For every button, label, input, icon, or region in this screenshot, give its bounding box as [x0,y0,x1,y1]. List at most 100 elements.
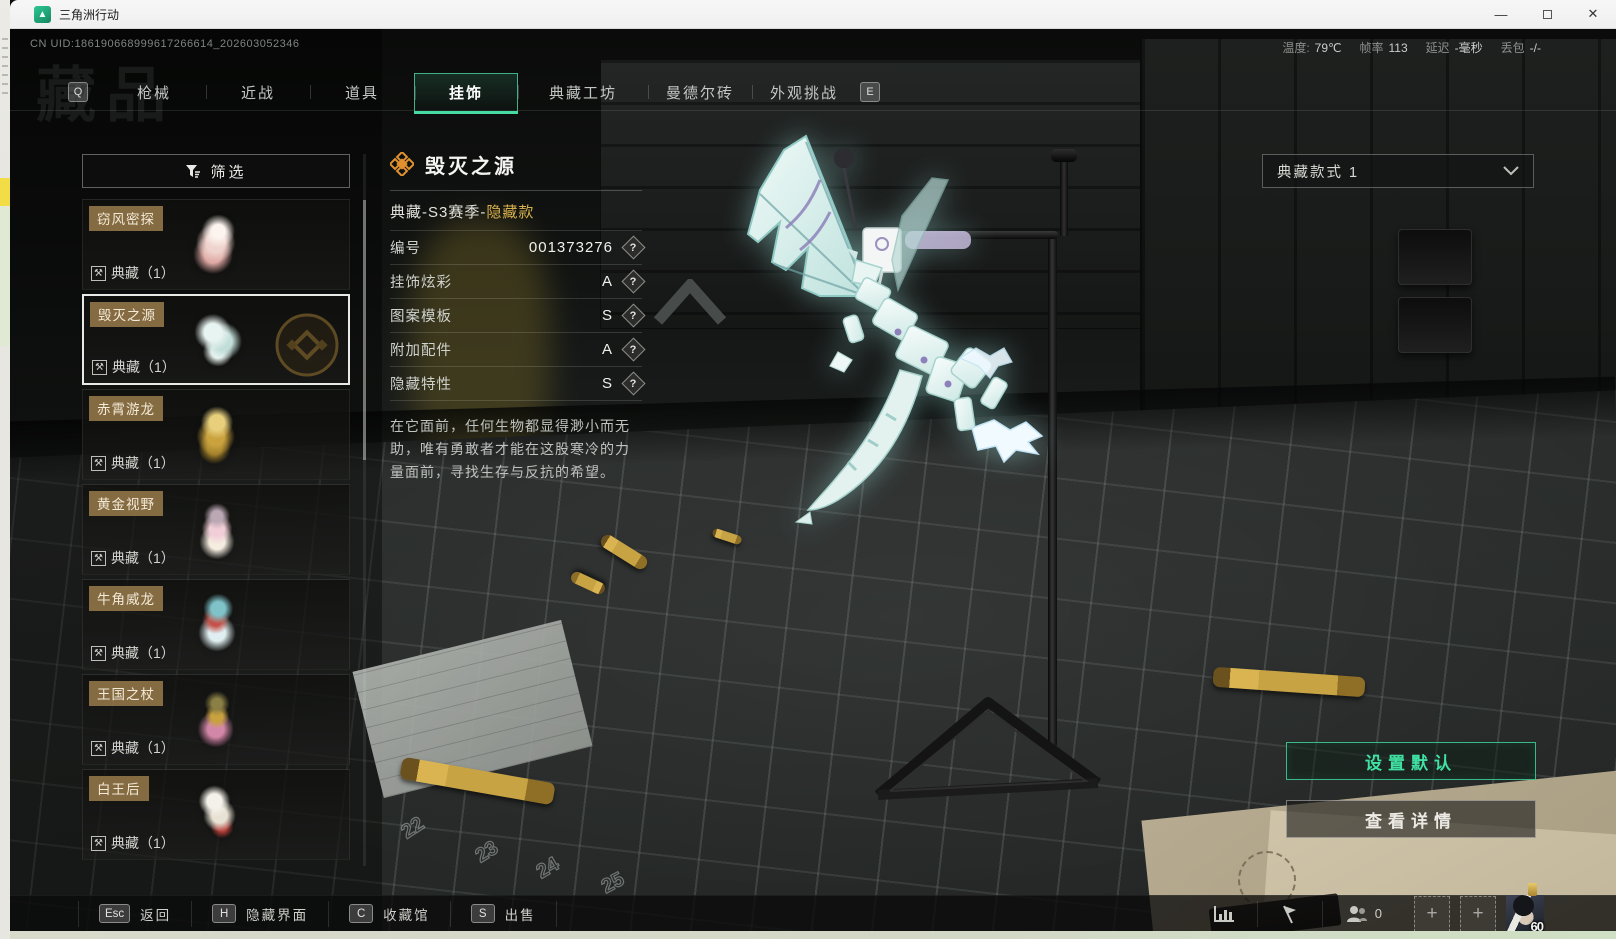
collection-count: 典藏（1） [111,833,175,853]
collection-count: 典藏（1） [112,357,176,377]
list-item-wangguozhizhang[interactable]: 王国之杖 ⚒ 典藏（1） [82,674,350,765]
pendant-name-tag: 毁灭之源 [90,302,164,327]
add-slot-button[interactable]: + [1460,896,1496,932]
tab-firearms[interactable]: 枪械 [102,73,206,111]
bar-chart-icon [1213,905,1235,923]
stats-chart-button[interactable] [1191,901,1257,927]
stat-row-colorway: 挂饰炫彩A ? [390,265,642,299]
filter-funnel-icon [185,164,201,179]
hint-sell[interactable]: S 出售 [451,901,557,927]
bottom-bar: Esc 返回 H 隐藏界面 C 收藏馆 S 出售 [10,895,1616,931]
pendant-thumbnail [185,687,249,751]
help-badge[interactable]: ? [621,371,645,395]
desktop-edge-left [0,0,10,939]
pendant-thumbnail [186,308,250,372]
tab-mandel-brick[interactable]: 曼德尔砖 [648,73,752,111]
collection-icon: ⚒ [91,741,106,756]
tab-collection-workshop[interactable]: 典藏工坊 [518,73,648,111]
collection-icon: ⚒ [91,551,106,566]
window-title: 三角洲行动 [59,6,119,23]
collection-count: 典藏（1） [111,738,175,758]
hint-collection-hall[interactable]: C 收藏馆 [329,901,451,927]
pendant-rarity-icon [390,152,414,176]
style-dropdown[interactable]: 典藏款式 1 [1262,154,1534,188]
pendant-name-tag: 窃风密探 [89,206,163,231]
list-item-chixiaoyoulong[interactable]: 赤霄游龙 ⚒ 典藏（1） [82,389,350,480]
collection-icon: ⚒ [91,266,106,281]
collection-emblem-icon [274,312,340,378]
pendant-thumbnail [185,782,249,846]
pendant-thumbnail [185,212,249,276]
help-badge[interactable]: ? [621,337,645,361]
help-badge[interactable]: ? [621,303,645,327]
tab-next-key-badge: E [860,82,880,102]
hint-hide-ui[interactable]: H 隐藏界面 [192,901,329,927]
app-logo-icon: ▲ [34,6,51,23]
list-item-qiefengmitan[interactable]: 窃风密探 ⚒ 典藏（1） [82,199,350,290]
help-badge[interactable]: ? [621,269,645,293]
maximize-button[interactable] [1524,0,1570,28]
tab-items[interactable]: 道具 [310,73,414,111]
hidden-edition-label: 隐藏款 [486,204,534,221]
h-key-badge: H [212,904,236,923]
collection-count: 典藏（1） [111,548,175,568]
window-titlebar: ▲ 三角洲行动 — ✕ [10,0,1616,29]
pendant-thumbnail [185,497,249,561]
pendant-name-tag: 赤霄游龙 [89,396,163,421]
avatar-level-badge: 60 [1531,919,1543,932]
tab-melee[interactable]: 近战 [206,73,310,111]
list-item-huimiezhiyuan-selected[interactable]: 毁灭之源 ⚒ 典藏（1） [82,294,350,385]
minimize-button[interactable]: — [1478,0,1524,28]
list-scrollbar[interactable] [363,154,366,866]
stat-row-accessory: 附加配件A ? [390,333,642,367]
screen: ▲ 三角洲行动 — ✕ [0,0,1616,939]
desktop-edge-bottom [10,931,1616,939]
pendant-thumbnail [185,402,249,466]
collection-count: 典藏（1） [111,453,175,473]
tab-pendants[interactable]: 挂饰 [414,73,518,111]
filter-label: 筛选 [210,161,246,182]
hint-back[interactable]: Esc 返回 [78,901,192,927]
tab-appearance-challenge[interactable]: 外观挑战 [752,73,856,111]
collection-icon: ⚒ [92,360,107,375]
pendant-subtitle: 典藏-S3赛季-隐藏款 [390,201,642,222]
list-item-niujiaoweilong[interactable]: 牛角威龙 ⚒典藏（1） [82,579,350,670]
people-icon [1345,905,1369,923]
flag-button[interactable] [1257,901,1322,927]
performance-stats: 温度:79℃ 帧率113 延迟-毫秒 丢包-/- [1282,39,1541,56]
stat-row-hidden-trait: 隐藏特性S ? [390,367,642,401]
pendant-list: 窃风密探 ⚒ 典藏（1） 毁灭之源 ⚒ 典藏（1） 赤霄游龙 [82,199,350,867]
pendant-name-tag: 牛角威龙 [89,586,163,611]
collection-icon: ⚒ [91,836,106,851]
collection-count: 典藏（1） [111,263,175,283]
friends-button[interactable]: 0 [1322,901,1404,927]
tab-prev-key-badge: Q [68,82,88,102]
add-slot-button[interactable]: + [1414,896,1450,932]
pendant-name-tag: 王国之杖 [89,681,163,706]
pendant-description: 在它面前，任何生物都显得渺小而无助，唯有勇敢者才能在这股寒冷的力量面前，寻找生存… [390,415,642,484]
game-viewport: 22 23 24 25 [10,29,1616,931]
help-badge[interactable]: ? [621,235,645,259]
pendant-name-tag: 白王后 [89,776,149,801]
player-avatar[interactable]: 60 [1506,895,1544,932]
collection-icon: ⚒ [91,456,106,471]
list-item-huangjinshiye[interactable]: 黄金视野 ⚒ 典藏（1） [82,484,350,575]
set-default-button[interactable]: 设置默认 [1286,742,1536,780]
stat-row-pattern: 图案模板S ? [390,299,642,333]
flag-icon [1280,904,1300,924]
list-item-baiwanghou[interactable]: 白王后 ⚒ 典藏（1） [82,769,350,860]
chevron-down-icon [1503,166,1519,176]
filter-button[interactable]: 筛选 [82,154,350,188]
friends-count: 0 [1375,906,1382,921]
pendant-title: 毁灭之源 [425,150,517,179]
scrollbar-thumb[interactable] [363,200,366,460]
view-details-button[interactable]: 查看详情 [1286,800,1536,838]
category-tabbar: Q 枪械 近战 道具 挂饰 典藏工坊 曼德尔砖 外观挑战 E [10,73,1616,111]
collection-icon: ⚒ [91,646,106,661]
stat-row-serial: 编号001373276 ? [390,231,642,265]
style-dropdown-value: 典藏款式 1 [1277,161,1359,182]
s-key-badge: S [471,904,495,923]
pendant-thumbnail [185,592,249,656]
pendant-name-tag: 黄金视野 [89,491,163,516]
close-button[interactable]: ✕ [1570,0,1616,28]
